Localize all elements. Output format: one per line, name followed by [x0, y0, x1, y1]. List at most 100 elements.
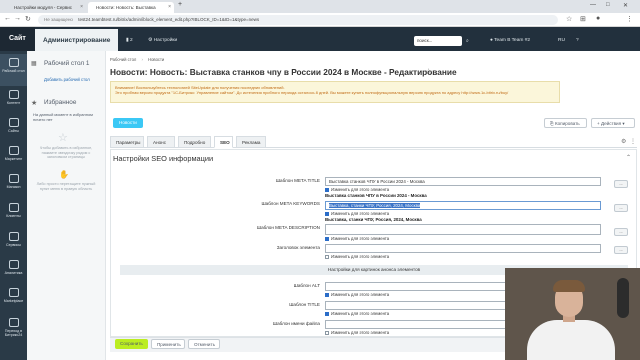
cancel-button[interactable]: Отменить [188, 339, 220, 349]
star-bookmark-icon[interactable]: ☆ [566, 15, 572, 23]
news-list-button[interactable]: Новости [113, 118, 143, 128]
close-icon[interactable]: × [80, 4, 83, 10]
notifications-counter[interactable]: ▮ 2 [126, 38, 133, 43]
desktop-icon [8, 58, 19, 67]
breadcrumb-item[interactable]: Новости [148, 57, 164, 62]
tab-seo[interactable]: SEO [214, 136, 233, 148]
screen: Настройки модуля - Сервис × Новости: Нов… [0, 0, 640, 360]
meta-title-template-button[interactable]: ... [614, 180, 628, 188]
meta-description-input[interactable] [325, 224, 601, 235]
meta-keywords-preview: Выставка, станки ЧПУ, Россия, 2024, Моск… [325, 217, 422, 222]
desktop-title[interactable]: Рабочий стол 1 [44, 60, 89, 67]
shop-icon [8, 174, 19, 183]
tab-ads[interactable]: Реклама [236, 136, 266, 148]
add-desktop-link[interactable]: Добавить рабочий стол [44, 77, 90, 82]
marketplace-icon [8, 288, 19, 297]
menu-item-analytics[interactable]: Аналитика [0, 260, 27, 275]
language-selector[interactable]: RU [558, 38, 565, 43]
actions-button[interactable]: + Действия ▾ [591, 118, 635, 128]
new-tab-button[interactable]: + [178, 1, 182, 8]
maximize-icon[interactable]: □ [606, 2, 610, 8]
url-field[interactable]: Не защищено test24.teambtest.ru/bitrix/a… [38, 15, 558, 25]
settings-link[interactable]: ⚙ Настройки [148, 38, 177, 43]
tab-params[interactable]: Параметры [110, 136, 144, 148]
filename-override-checkbox[interactable]: Изменить для этого элемента [325, 330, 389, 335]
services-icon [8, 232, 19, 241]
section-title: Настройки SEO информации [113, 154, 214, 163]
meta-keywords-template-button[interactable]: ... [614, 204, 628, 212]
menu-label: Контент [6, 101, 21, 105]
menu-item-content[interactable]: Контент [0, 90, 27, 105]
sites-icon [8, 118, 19, 127]
menu-item-desktop[interactable]: Рабочий стол [0, 54, 27, 86]
chevron-up-icon[interactable]: ⌃ [626, 154, 631, 161]
menu-label: Сервисы [6, 243, 21, 247]
browser-tab-1[interactable]: Настройки модуля - Сервис × [6, 2, 86, 13]
meta-description-label: Шаблон META DESCRIPTION [256, 225, 320, 230]
meta-title-override-checkbox[interactable]: Изменить для этого элемента [325, 187, 389, 192]
user-menu[interactable]: ● Team B Team #2 [490, 38, 530, 43]
tab-detail[interactable]: Подробно [178, 136, 211, 148]
close-window-icon[interactable]: ✕ [623, 2, 628, 9]
browser-tab-2[interactable]: Новости: Новость: Выставка × [88, 2, 174, 13]
selected-text: Выставка, станки ЧПУ, Россия, 2024, Моск… [329, 203, 421, 208]
close-icon[interactable]: × [168, 4, 171, 10]
menu-item-clients[interactable]: Клиенты [0, 203, 27, 218]
meta-title-label: Шаблон META TITLE [275, 178, 320, 183]
forward-icon[interactable]: → [14, 15, 21, 22]
filename-label: Шаблон имени файла [272, 321, 320, 326]
menu-label: Маркетинг [4, 157, 23, 161]
image-title-override-checkbox[interactable]: Изменить для этого элемента [325, 311, 389, 316]
save-button[interactable]: Сохранить [115, 339, 148, 349]
user-name: Team B Team #2 [494, 38, 531, 43]
meta-title-input[interactable]: Выставка станков ЧПУ в России 2024 - Мос… [325, 177, 601, 186]
help-icon[interactable]: ? [576, 38, 579, 43]
menu-item-marketing[interactable]: Маркетинг [0, 146, 27, 161]
heading-input[interactable] [325, 244, 601, 253]
copy-button[interactable]: ⎘ Копировать [544, 118, 587, 128]
menu-item-bitrix24[interactable]: Переход в Битрикс24 [0, 318, 27, 337]
favorite-star-icon[interactable]: ☆ [425, 67, 432, 76]
heading-template-button[interactable]: ... [614, 246, 628, 254]
extensions-icon[interactable]: ⊞ [580, 15, 586, 23]
presenter-shirt [527, 320, 615, 360]
meta-keywords-input[interactable]: Выставка, станки ЧПУ, Россия, 2024, Моск… [325, 201, 601, 210]
profile-icon[interactable]: ● [596, 15, 600, 22]
search-input[interactable]: поиск... [414, 36, 462, 46]
meta-keywords-override-checkbox[interactable]: Изменить для этого элемента [325, 211, 389, 216]
browser-tab-label: Новости: Новость: Выставка [96, 5, 156, 10]
menu-item-marketplace[interactable]: Marketplace [0, 288, 27, 303]
checkbox-box [325, 330, 329, 335]
heading-override-checkbox[interactable]: Изменить для этого элемента [325, 254, 389, 259]
star-outline-icon: ☆ [58, 132, 68, 144]
desktop-icon: ▦ [31, 61, 37, 67]
apply-button[interactable]: Применить [151, 339, 185, 349]
site-button[interactable]: Сайт [0, 27, 35, 51]
breadcrumb: Рабочий стол › Новости [110, 57, 164, 62]
search-icon[interactable]: ⌕ [466, 38, 469, 44]
back-icon[interactable]: ← [4, 15, 11, 22]
trial-notice: Внимание! Воспользуйтесь технологией Sit… [110, 81, 560, 103]
menu-item-sites[interactable]: Сайты [0, 118, 27, 133]
browser-menu-icon[interactable]: ⋮ [626, 15, 633, 23]
minimize-icon[interactable]: — [590, 2, 596, 8]
reload-icon[interactable]: ↻ [25, 15, 31, 23]
meta-description-override-checkbox[interactable]: Изменить для этого элемента [325, 236, 389, 241]
checkbox-label: Изменить для этого элемента [331, 236, 390, 241]
favorites-empty-text: На данный момент в избранном ничего нет [33, 112, 93, 122]
meta-description-template-button[interactable]: ... [614, 228, 628, 236]
menu-item-shop[interactable]: Магазин [0, 174, 27, 189]
breadcrumb-item[interactable]: Рабочий стол [110, 57, 136, 62]
tab-preview[interactable]: Анонс [147, 136, 175, 148]
content-icon [8, 90, 19, 99]
browser-tab-label: Настройки модуля - Сервис [14, 5, 73, 10]
checkbox-box [325, 187, 329, 192]
favorites-hint-2: Либо просто перетащите нужный пункт меню… [36, 182, 96, 191]
alt-override-checkbox[interactable]: Изменить для этого элемента [325, 292, 389, 297]
star-icon: ★ [31, 100, 38, 107]
menu-item-services[interactable]: Сервисы [0, 232, 27, 247]
analytics-icon [8, 260, 19, 269]
gear-icon[interactable]: ⚙ [621, 138, 626, 145]
admin-tab[interactable]: Администрирование [35, 29, 118, 51]
more-icon[interactable]: ⋮ [630, 138, 636, 145]
